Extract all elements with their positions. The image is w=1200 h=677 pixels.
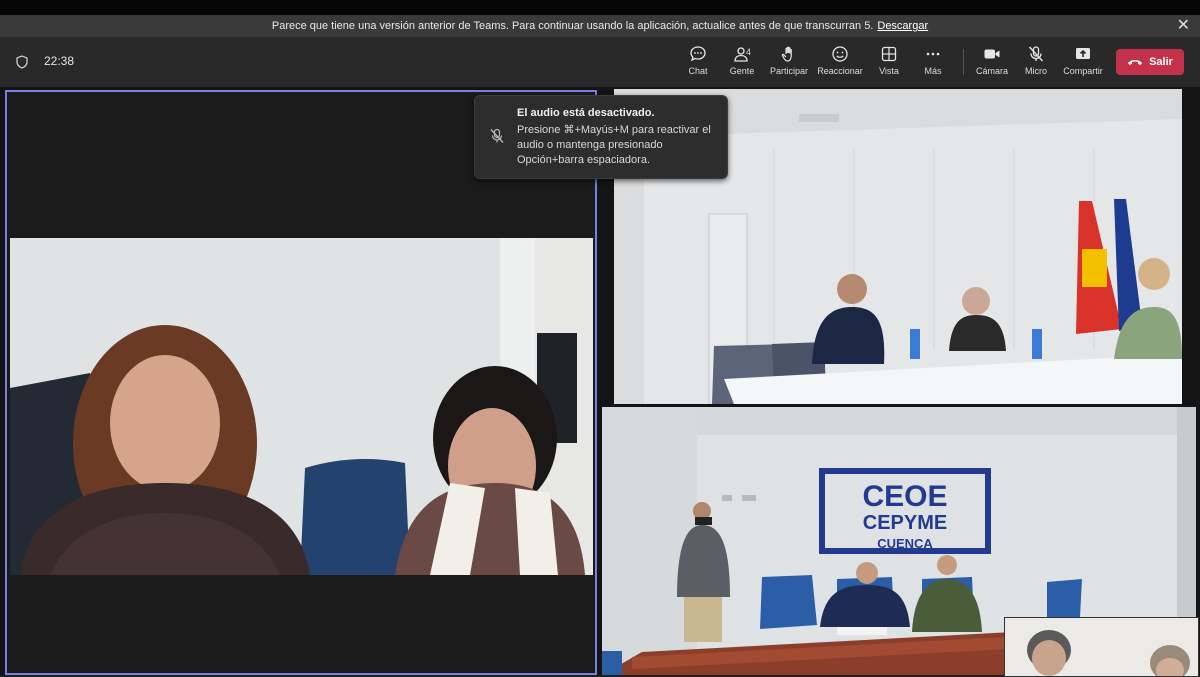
window-top-strip	[0, 0, 1200, 15]
share-button[interactable]: Compartir	[1055, 45, 1111, 81]
hand-icon	[781, 46, 792, 62]
grid-icon	[881, 46, 897, 62]
mic-off-icon	[490, 128, 504, 143]
more-icon	[926, 52, 940, 56]
mic-label: Micro	[1025, 66, 1047, 76]
more-button[interactable]: Más	[905, 45, 961, 81]
sign-text-cuenca: CUENCA	[877, 536, 933, 551]
raise-hand-label: Participar	[769, 66, 808, 76]
audio-muted-toast: El audio está desactivado. Presione ⌘+Ma…	[474, 95, 728, 179]
chat-icon	[690, 46, 706, 62]
meeting-timer: 22:38	[44, 54, 75, 68]
sign-text-cepyme: CEPYME	[863, 512, 947, 534]
hang-up-icon	[1128, 60, 1143, 65]
shield-icon	[16, 55, 28, 69]
leave-label: Salir	[1149, 56, 1173, 68]
raise-hand-button[interactable]: Participar	[761, 45, 817, 81]
mic-off-icon	[1028, 46, 1044, 62]
video-feed-self	[1005, 618, 1198, 676]
react-button[interactable]: Reaccionar	[812, 45, 868, 81]
people-label: Gente	[729, 66, 755, 76]
leave-button[interactable]: Salir	[1116, 49, 1184, 75]
video-feed-office	[10, 238, 593, 575]
update-banner-text: Parece que tiene una versión anterior de…	[271, 20, 874, 32]
react-label: Reaccionar	[817, 66, 863, 76]
download-link[interactable]: Descargar	[877, 20, 928, 32]
sign-text-ceoe: CEOE	[862, 480, 947, 513]
people-count: 4	[746, 47, 752, 57]
toast-body: Presione ⌘+Mayús+M para reactivar el aud…	[517, 124, 711, 166]
camera-icon	[984, 49, 1000, 59]
share-label: Compartir	[1063, 66, 1103, 76]
close-icon[interactable]: ✕	[1177, 18, 1190, 34]
toast-title: El audio está desactivado.	[517, 107, 655, 119]
camera-label: Cámara	[975, 66, 1008, 76]
more-label: Más	[924, 66, 942, 76]
view-label: Vista	[879, 66, 899, 76]
self-view-tile[interactable]	[1004, 617, 1199, 677]
chat-label: Chat	[688, 66, 708, 76]
participant-video	[10, 238, 593, 575]
share-icon	[1076, 48, 1090, 59]
meeting-toolbar: 22:38 Chat 4 Gente Participar Reaccionar…	[0, 37, 1200, 87]
smile-icon	[832, 46, 848, 62]
update-banner: Parece que tiene una versión anterior de…	[0, 15, 1200, 37]
